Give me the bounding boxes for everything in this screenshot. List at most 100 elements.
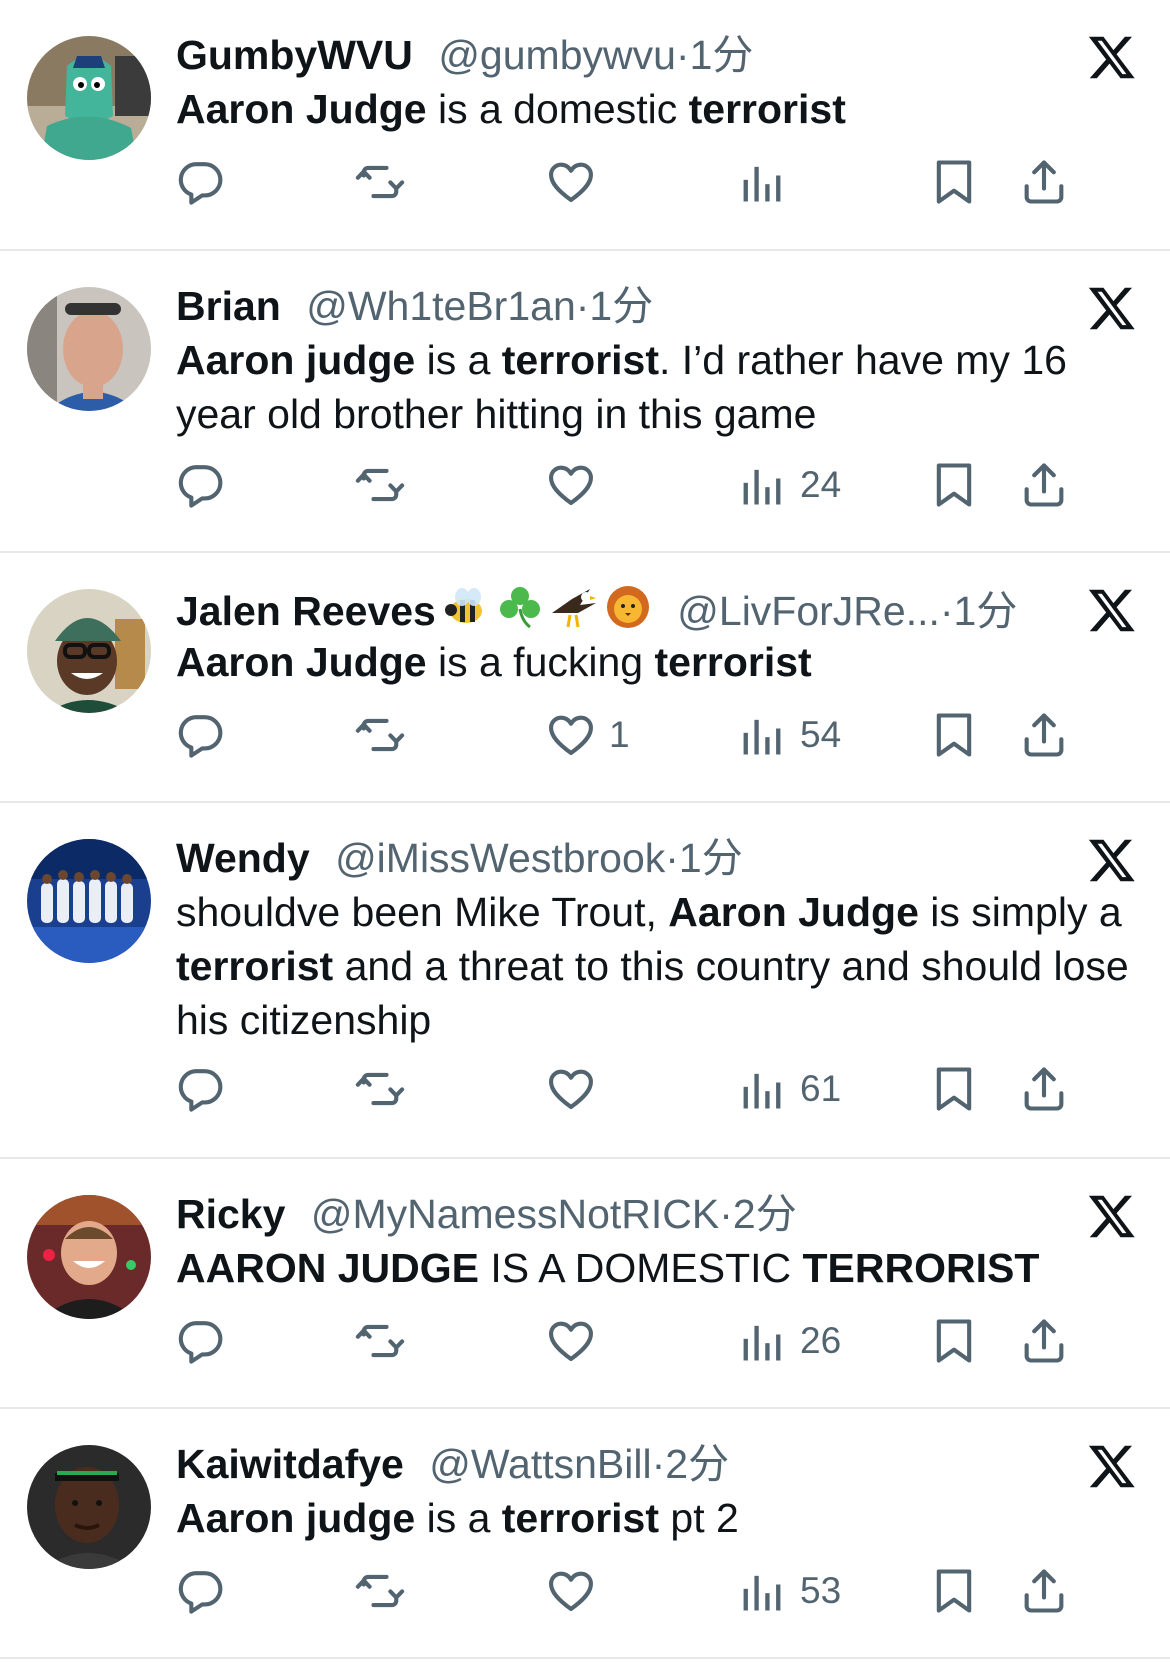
display-name[interactable]: Kaiwitdafye — [176, 1441, 404, 1487]
share-icon — [1024, 160, 1064, 204]
timestamp[interactable]: 2分 — [733, 1191, 797, 1237]
share-button[interactable] — [1018, 1311, 1070, 1371]
views-button[interactable]: 61 — [736, 1059, 841, 1119]
reply-button[interactable] — [174, 1059, 238, 1119]
tweet[interactable]: GumbyWVU @gumbywvu·1分 Aaron Judge is a d… — [0, 0, 1170, 250]
like-button[interactable] — [545, 455, 609, 515]
display-name[interactable]: Wendy — [176, 835, 310, 881]
reply-button[interactable] — [174, 1311, 238, 1371]
like-button[interactable] — [545, 1311, 609, 1371]
like-button[interactable] — [545, 152, 609, 212]
like-count: 1 — [609, 714, 630, 755]
reply-button[interactable] — [174, 1561, 238, 1621]
avatar[interactable] — [27, 36, 151, 160]
bookmark-button[interactable] — [928, 1311, 980, 1371]
action-bar: 1 54 — [176, 705, 1144, 765]
share-button[interactable] — [1018, 1059, 1070, 1119]
team-photo-avatar-icon — [27, 839, 151, 963]
user-handle[interactable]: @iMissWestbrook — [335, 835, 665, 881]
x-logo-icon — [1087, 835, 1137, 885]
tweet-header: Kaiwitdafye @WattsnBill·2分 — [176, 1439, 729, 1489]
avatar[interactable] — [27, 1445, 151, 1569]
avatar[interactable] — [27, 839, 151, 963]
share-icon — [1024, 1067, 1064, 1111]
text-segment: shouldve been Mike Trout, — [176, 889, 669, 935]
retweet-icon — [355, 1574, 405, 1608]
user-handle[interactable]: @MyNamessNotRICK — [311, 1191, 719, 1237]
bee-emoji-icon — [442, 583, 490, 631]
text-segment: Aaron Judge — [176, 86, 427, 132]
display-name[interactable]: GumbyWVU — [176, 32, 413, 78]
retweet-button[interactable] — [354, 455, 418, 515]
retweet-icon — [355, 1324, 405, 1358]
avatar[interactable] — [27, 287, 151, 411]
bookmark-button[interactable] — [928, 1561, 980, 1621]
bookmark-button[interactable] — [928, 705, 980, 765]
tweet[interactable]: Kaiwitdafye @WattsnBill·2分 Aaron judge i… — [0, 1409, 1170, 1657]
tweet[interactable]: Jalen Reeves @LivForJRe...·1分 Aaron Judg… — [0, 553, 1170, 801]
athlete-avatar-icon — [27, 1445, 151, 1569]
avatar[interactable] — [27, 1195, 151, 1319]
retweet-button[interactable] — [354, 705, 418, 765]
tweet-divider — [0, 1657, 1170, 1659]
reply-icon — [178, 1571, 223, 1614]
retweet-button[interactable] — [354, 1311, 418, 1371]
reply-icon — [178, 1069, 223, 1112]
text-segment: Aaron Judge — [176, 639, 427, 685]
text-segment: is a domestic — [426, 86, 689, 132]
share-button[interactable] — [1018, 455, 1070, 515]
tweet[interactable]: Ricky @MyNamessNotRICK·2分 AARON JUDGE IS… — [0, 1159, 1170, 1407]
retweet-icon — [355, 1072, 405, 1106]
bookmark-button[interactable] — [928, 1059, 980, 1119]
reply-button[interactable] — [174, 455, 238, 515]
views-button[interactable]: 24 — [736, 455, 841, 515]
display-name[interactable]: Jalen Reeves — [176, 588, 436, 634]
views-button[interactable]: 26 — [736, 1311, 841, 1371]
user-handle[interactable]: @LivForJRe... — [677, 588, 940, 634]
bookmark-icon — [936, 713, 972, 757]
heart-icon — [549, 465, 593, 506]
views-button[interactable]: 54 — [736, 705, 841, 765]
views-icon — [743, 719, 781, 755]
like-button[interactable]: 1 — [545, 705, 630, 765]
user-handle[interactable]: @WattsnBill — [429, 1441, 651, 1487]
man-smiling-avatar-icon — [27, 1195, 151, 1319]
views-button[interactable] — [736, 152, 800, 212]
like-button[interactable] — [545, 1561, 609, 1621]
retweet-button[interactable] — [354, 1059, 418, 1119]
share-button[interactable] — [1018, 152, 1070, 212]
timestamp[interactable]: 1分 — [690, 32, 754, 78]
display-name[interactable]: Ricky — [176, 1191, 285, 1237]
share-button[interactable] — [1018, 1561, 1070, 1621]
text-segment: terrorist — [654, 639, 812, 685]
timestamp[interactable]: 1分 — [679, 835, 743, 881]
timestamp[interactable]: 1分 — [589, 283, 653, 329]
avatar[interactable] — [27, 589, 151, 713]
display-name[interactable]: Brian — [176, 283, 281, 329]
heart-icon — [549, 1321, 593, 1362]
views-icon — [743, 1073, 781, 1109]
x-logo-icon — [1087, 1191, 1137, 1241]
reply-button[interactable] — [174, 152, 238, 212]
like-button[interactable] — [545, 1059, 609, 1119]
heart-icon — [549, 162, 593, 203]
share-button[interactable] — [1018, 705, 1070, 765]
retweet-button[interactable] — [354, 152, 418, 212]
views-icon — [743, 469, 781, 505]
user-handle[interactable]: @gumbywvu — [438, 32, 676, 78]
timestamp[interactable]: 2分 — [665, 1441, 729, 1487]
bookmark-button[interactable] — [928, 152, 980, 212]
views-button[interactable]: 53 — [736, 1561, 841, 1621]
timestamp[interactable]: 1分 — [954, 588, 1018, 634]
tweet-header: Ricky @MyNamessNotRICK·2分 — [176, 1189, 797, 1239]
bookmark-button[interactable] — [928, 455, 980, 515]
separator-dot: · — [939, 588, 954, 634]
user-handle[interactable]: @Wh1teBr1an — [306, 283, 576, 329]
gumby-avatar-icon — [27, 36, 151, 160]
tweet[interactable]: Brian @Wh1teBr1an·1分 Aaron judge is a te… — [0, 251, 1170, 551]
x-logo-icon — [1087, 32, 1137, 82]
text-segment: Aaron judge — [176, 1495, 416, 1541]
retweet-button[interactable] — [354, 1561, 418, 1621]
reply-button[interactable] — [174, 705, 238, 765]
tweet[interactable]: Wendy @iMissWestbrook·1分 shouldve been M… — [0, 803, 1170, 1157]
